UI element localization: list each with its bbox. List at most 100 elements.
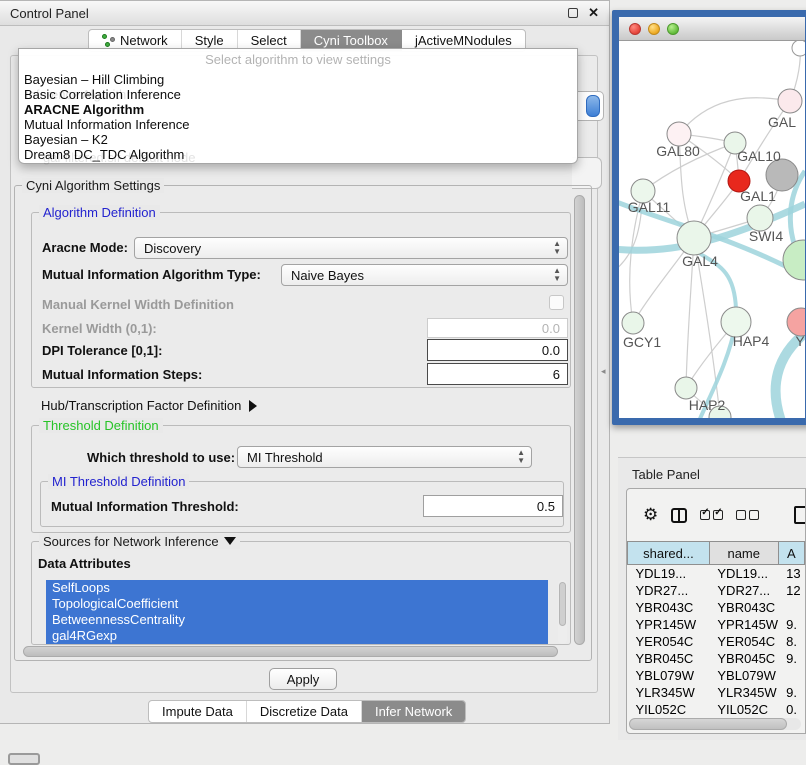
aracne-mode-label: Aracne Mode: [42,240,128,255]
table-row[interactable]: YDL19... YDL19... 13 [628,565,805,582]
attribute-list-scrollbar[interactable] [558,580,567,644]
table-row[interactable]: YIL052C YIL052C 0. [628,701,805,718]
table-horizontal-scrollbar[interactable] [629,718,801,730]
attribute-item-selected[interactable]: SelfLoops [46,580,548,596]
cyni-settings-group: Cyni Algorithm Settings Algorithm Defini… [14,185,592,661]
manual-kernel-checkbox[interactable] [549,295,564,310]
bottom-tab-bar: Impute Data Discretize Data Infer Networ… [148,700,466,723]
table-row[interactable]: YBL079W YBL079W [628,667,805,684]
network-node [783,240,805,280]
network-node-label: HAP4 [733,333,770,349]
network-node-label: Y [795,333,805,349]
table-rows: YDL19... YDL19... 13 YDR27... YDR27... 1… [628,565,805,718]
kernel-width-field[interactable]: 0.0 [427,318,568,338]
network-node-label: HAP2 [689,397,726,413]
column-header-shared-name[interactable]: shared... [628,542,710,565]
table-toolbar: ⚙ [627,489,805,541]
table-row[interactable]: YBR045C YBR045C 9. [628,650,805,667]
table-row[interactable]: YER054C YER054C 8. [628,633,805,650]
hub-definition-toggle[interactable]: Hub/Transcription Factor Definition [41,398,257,413]
data-attributes-label: Data Attributes [38,556,131,571]
algorithm-definition-group: Algorithm Definition Aracne Mode: Discov… [31,212,571,388]
minimize-window-icon[interactable] [648,23,660,35]
collapse-down-icon [224,537,236,545]
mi-type-label: Mutual Information Algorithm Type: [42,267,261,282]
which-threshold-label: Which threshold to use: [87,450,235,465]
network-node-label: GAL10 [737,148,781,164]
network-node [677,221,711,255]
kernel-width-label: Kernel Width (0,1): [42,321,157,336]
algorithm-option[interactable]: Dream8 DC_TDC Algorithm [24,147,572,162]
threshold-definition-legend: Threshold Definition [39,418,163,433]
table-row[interactable]: YDR27... YDR27... 12 [628,582,805,599]
settings-horizontal-scrollbar[interactable] [23,646,575,657]
network-node-label: GAL80 [656,143,700,159]
settings-vertical-scrollbar[interactable] [573,195,586,645]
network-view-window: GALGAL80GAL10GAL1GAL11SWI4GAL4GCY1HAP4YH… [612,10,806,425]
algorithm-option[interactable]: Bayesian – K2 [24,132,572,147]
gear-icon[interactable]: ⚙ [643,505,658,525]
apply-button[interactable]: Apply [269,668,337,690]
float-panel-icon[interactable] [568,8,578,18]
algorithm-definition-legend: Algorithm Definition [39,205,160,220]
attribute-item-selected[interactable]: TopologicalCoefficient [46,596,548,612]
cyni-settings-legend: Cyni Algorithm Settings [22,178,164,193]
attribute-item-selected[interactable]: gal4RGexp [46,628,548,644]
data-attributes-list: SelfLoops TopologicalCoefficient Between… [46,580,558,644]
column-selector-icon[interactable] [671,508,687,523]
close-panel-icon[interactable]: ✕ [588,5,599,21]
table-row[interactable]: YPR145W YPR145W 9. [628,616,805,633]
mi-threshold-label: Mutual Information Threshold: [51,499,239,514]
network-window-titlebar [619,17,805,41]
sources-legend[interactable]: Sources for Network Inference [39,534,240,549]
attribute-item-selected[interactable]: BetweennessCentrality [46,612,548,628]
panel-splitter-handle[interactable]: ◂ [601,366,606,377]
algorithm-option[interactable]: Bayesian – Hill Climbing [24,72,572,87]
network-icon [102,34,115,47]
close-window-icon[interactable] [629,23,641,35]
network-node-label: GAL11 [628,199,671,215]
aracne-mode-combo[interactable]: Discovery ▲▼ [134,237,568,259]
mi-threshold-group: MI Threshold Definition Mutual Informati… [40,481,564,527]
combo-arrows-icon: ▲▼ [553,240,561,256]
combo-arrows-icon: ▲▼ [553,267,561,283]
which-threshold-combo[interactable]: MI Threshold ▲▼ [237,446,532,468]
algorithm-list: Bayesian – Hill Climbing Basic Correlati… [24,72,572,162]
network-node-label: GAL [768,114,796,130]
zoom-window-icon[interactable] [667,23,679,35]
network-node [787,308,805,336]
table-panel-window: ⚙ shared... name A YDL19... YDL19.. [626,488,806,734]
algorithm-option[interactable]: ARACNE Algorithm [24,102,572,117]
network-node-label: GCY1 [623,334,661,350]
node-table: shared... name A YDL19... YDL19... 13 YD… [627,541,805,718]
mi-threshold-field[interactable]: 0.5 [423,495,563,517]
network-svg: GALGAL80GAL10GAL1GAL11SWI4GAL4GCY1HAP4YH… [619,41,805,418]
export-table-icon[interactable] [794,506,806,524]
algorithm-placeholder: Select algorithm to view settings [19,52,577,67]
network-node [675,377,697,399]
mi-type-combo[interactable]: Naive Bayes ▲▼ [281,264,568,286]
algorithm-dropdown-popup: Select algorithm to view settings Infere… [18,48,578,164]
bottom-corner-icon[interactable] [8,753,40,765]
mi-steps-field[interactable]: 6 [427,363,568,385]
dpi-tolerance-label: DPI Tolerance [0,1]: [42,343,162,358]
select-all-icon[interactable] [700,510,723,520]
tab-impute-data[interactable]: Impute Data [149,701,247,722]
table-panel-title: Table Panel [632,467,700,482]
algorithm-combo-remnant [578,91,604,121]
table-row[interactable]: YLR345W YLR345W 9. [628,684,805,701]
deselect-all-icon[interactable] [736,510,759,520]
tab-infer-network[interactable]: Infer Network [362,701,465,722]
table-row[interactable]: YBR043C YBR043C [628,599,805,616]
tab-discretize-data[interactable]: Discretize Data [247,701,362,722]
dpi-tolerance-field[interactable]: 0.0 [427,339,568,361]
mi-steps-label: Mutual Information Steps: [42,367,202,382]
column-header-partial[interactable]: A [778,542,804,565]
network-canvas[interactable]: GALGAL80GAL10GAL1GAL11SWI4GAL4GCY1HAP4YH… [619,41,805,418]
column-header-name[interactable]: name [709,542,778,565]
mi-threshold-legend: MI Threshold Definition [48,474,189,489]
network-node [792,41,805,56]
algorithm-option[interactable]: Mutual Information Inference [24,117,572,132]
control-panel-titlebar: Control Panel ✕ [0,1,609,26]
algorithm-option[interactable]: Basic Correlation Inference [24,87,572,102]
